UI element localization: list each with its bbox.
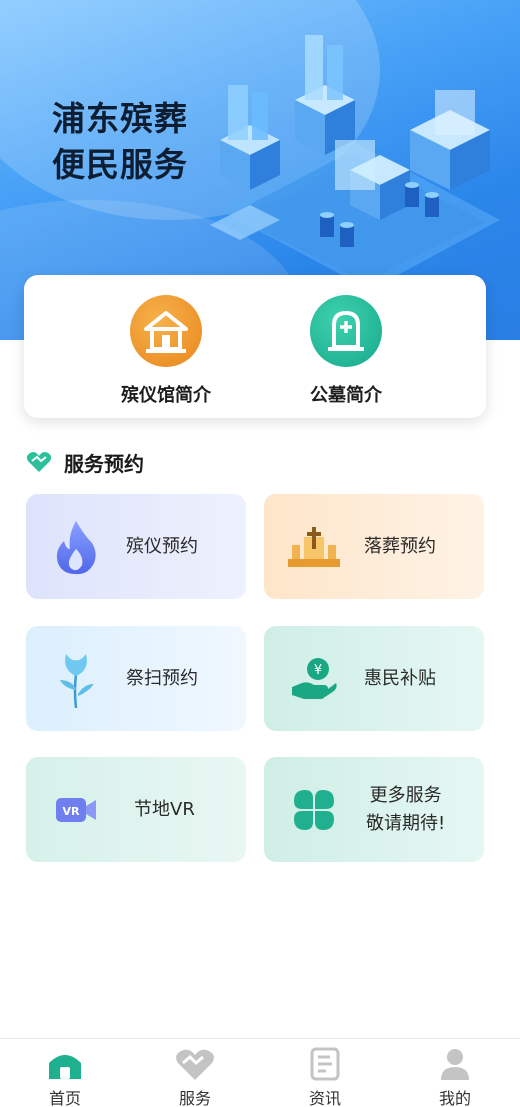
- quick-links-card: 殡仪馆简介 公墓简介: [24, 275, 486, 418]
- flame-icon: [46, 517, 106, 577]
- service-label-line2: 敬请期待!: [366, 812, 446, 834]
- bottom-navigation: 首页 服务 资讯 我的: [0, 1038, 520, 1107]
- funeral-home-icon: [130, 295, 202, 367]
- home-page: 浦东殡葬 便民服务 殡仪馆简介 公墓简介 服务预约 殡仪预约 落葬预约 祭扫预约…: [0, 0, 520, 1107]
- home-icon: [0, 1045, 130, 1081]
- subsidy-tile[interactable]: ¥ 惠民补贴: [264, 626, 484, 731]
- nav-services[interactable]: 服务: [130, 1039, 260, 1107]
- vr-camera-icon: VR: [46, 780, 106, 840]
- service-label-line1: 更多服务: [369, 784, 442, 806]
- quick-link-label: 公墓简介: [310, 385, 382, 406]
- burial-cross-icon: [284, 517, 344, 577]
- burial-booking-tile[interactable]: 落葬预约: [264, 494, 484, 599]
- vr-tour-tile[interactable]: VR 节地VR: [26, 757, 246, 862]
- service-label: 殡仪预约: [126, 535, 198, 557]
- clover-icon: [284, 780, 344, 840]
- section-title: 服务预约: [64, 451, 144, 476]
- service-label-multiline: 更多服务 敬请期待!: [366, 782, 445, 838]
- service-label: 落葬预约: [364, 535, 436, 557]
- nav-profile[interactable]: 我的: [390, 1039, 520, 1107]
- city-illustration: [210, 35, 500, 280]
- funeral-booking-tile[interactable]: 殡仪预约: [26, 494, 246, 599]
- nav-label: 我的: [438, 1089, 471, 1107]
- nav-news[interactable]: 资讯: [260, 1039, 390, 1107]
- funeral-home-intro-link[interactable]: 殡仪馆简介: [96, 295, 236, 407]
- nav-label: 资讯: [308, 1089, 341, 1107]
- tombstone-icon: [310, 295, 382, 367]
- nav-label: 首页: [48, 1089, 81, 1107]
- yen-hand-icon: ¥: [284, 649, 344, 709]
- handshake-icon: [130, 1045, 260, 1081]
- service-label: 节地VR: [134, 798, 195, 820]
- svg-text:VR: VR: [63, 805, 81, 818]
- service-label: 祭扫预约: [126, 667, 198, 689]
- user-icon: [390, 1045, 520, 1081]
- nav-label: 服务: [178, 1089, 211, 1107]
- service-label: 惠民补贴: [364, 667, 436, 689]
- more-services-tile[interactable]: 更多服务 敬请期待!: [264, 757, 484, 862]
- heart-handshake-icon: [26, 452, 52, 472]
- cemetery-intro-link[interactable]: 公墓简介: [276, 295, 416, 407]
- nav-home[interactable]: 首页: [0, 1039, 130, 1107]
- memorial-visit-tile[interactable]: 祭扫预约: [26, 626, 246, 731]
- service-section-header: 服务预约: [26, 448, 144, 476]
- quick-link-label: 殡仪馆简介: [121, 385, 211, 406]
- svg-text:¥: ¥: [314, 663, 322, 678]
- document-icon: [260, 1045, 390, 1081]
- flower-icon: [46, 649, 106, 709]
